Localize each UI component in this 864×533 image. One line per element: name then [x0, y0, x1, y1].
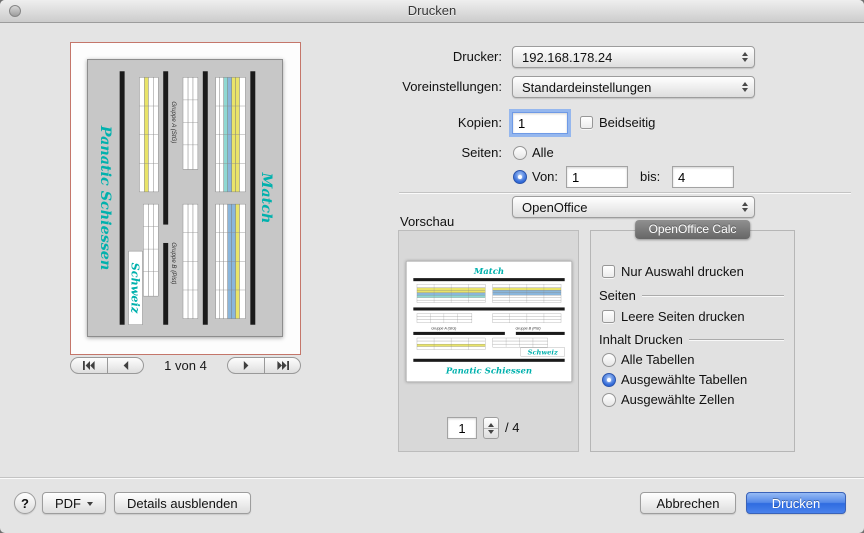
spreadsheet-preview-page: Match	[406, 261, 572, 382]
pages-all-radio[interactable]	[513, 146, 527, 160]
preview-section-title: Vorschau	[400, 214, 454, 229]
group-divider	[642, 295, 784, 296]
pages-from-radio[interactable]	[513, 170, 527, 184]
print-dialog-window: Drucken Match	[0, 0, 864, 533]
selected-tables-radio[interactable]	[602, 373, 616, 387]
preview-group-b-text: Gruppe B (Pist)	[515, 326, 540, 330]
first-page-icon	[83, 361, 95, 370]
calc-panel-title: OpenOffice Calc	[635, 220, 751, 239]
last-page-icon	[277, 361, 289, 370]
spreadsheet-preview-page: Match	[87, 59, 283, 337]
stepper-down-icon	[488, 430, 494, 434]
presets-label: Voreinstellungen:	[336, 76, 502, 98]
cancel-button[interactable]: Abbrechen	[640, 492, 736, 514]
selected-tables-label: Ausgewählte Tabellen	[621, 369, 747, 391]
pages-to-input[interactable]	[672, 166, 734, 188]
preview-schweiz-text: Schweiz	[129, 263, 142, 314]
pager-status: 1 von 4	[144, 358, 227, 373]
selected-cells-label: Ausgewählte Zellen	[621, 389, 734, 411]
preview-schweiz-text: Schweiz	[528, 348, 558, 356]
pdf-button[interactable]: PDF	[42, 492, 106, 514]
page-preview-small: Match	[406, 261, 572, 382]
page-preview-large: Match	[87, 59, 283, 337]
details-toggle-button[interactable]: Details ausblenden	[114, 492, 251, 514]
content-group-header: Inhalt Drucken	[599, 328, 784, 350]
help-button[interactable]: ?	[14, 492, 36, 514]
first-page-button[interactable]	[70, 357, 107, 374]
preview-panel: Match	[398, 230, 579, 452]
printer-label: Drucker:	[336, 46, 502, 68]
selected-cells-radio[interactable]	[602, 393, 616, 407]
pages-group-label: Seiten	[599, 288, 636, 303]
pages-from-input[interactable]	[566, 166, 628, 188]
previous-page-button[interactable]	[107, 357, 144, 374]
page-total-label: / 4	[505, 417, 519, 439]
popup-arrows-icon	[742, 202, 748, 212]
app-section-popup-value: OpenOffice	[522, 200, 588, 215]
preview-group-a-text: Gruppe A (StG)	[431, 326, 456, 330]
printer-popup-value: 192.168.178.24	[522, 50, 612, 65]
pdf-button-label: PDF	[55, 496, 81, 511]
next-page-icon	[240, 361, 252, 370]
all-tables-label: Alle Tabellen	[621, 349, 694, 371]
presets-popup-value: Standardeinstellungen	[522, 80, 651, 95]
last-page-button[interactable]	[264, 357, 301, 374]
preview-match-text: Match	[258, 172, 274, 224]
stepper-up-icon	[488, 423, 494, 427]
window-title: Drucken	[0, 0, 864, 22]
presets-popup[interactable]: Standardeinstellungen	[512, 76, 755, 98]
preview-group-b-text: Gruppe B (Pist)	[170, 242, 176, 284]
titlebar: Drucken	[0, 0, 864, 23]
preview-pager: 1 von 4	[70, 357, 301, 374]
preview-subtitle-text: Panatic Schiessen	[97, 125, 113, 271]
footer-separator	[0, 477, 864, 478]
pages-from-label: Von:	[532, 166, 558, 188]
content-group-label: Inhalt Drucken	[599, 332, 683, 347]
duplex-checkbox[interactable]	[580, 116, 593, 129]
preview-group-a-text: Gruppe A (StG)	[170, 101, 176, 143]
pdf-menu-arrow-icon	[87, 502, 93, 506]
copies-input[interactable]	[512, 112, 568, 134]
page-number-input[interactable]	[447, 417, 477, 439]
calc-options-panel: OpenOffice Calc Nur Auswahl drucken Seit…	[590, 230, 795, 452]
pages-label: Seiten:	[336, 142, 502, 164]
pages-to-label: bis:	[640, 166, 660, 188]
duplex-label: Beidseitig	[599, 112, 655, 134]
close-button[interactable]	[9, 5, 21, 17]
all-tables-radio[interactable]	[602, 353, 616, 367]
printer-popup[interactable]: 192.168.178.24	[512, 46, 755, 68]
pages-group-header: Seiten	[599, 284, 784, 306]
print-button[interactable]: Drucken	[746, 492, 846, 514]
page-preview-frame: Match	[70, 42, 301, 355]
preview-subtitle-text: Panatic Schiessen	[445, 366, 532, 376]
selection-only-label: Nur Auswahl drucken	[621, 261, 744, 283]
stepper-divider	[484, 428, 498, 429]
previous-page-icon	[120, 361, 132, 370]
popup-arrows-icon	[742, 52, 748, 62]
selection-only-checkbox[interactable]	[602, 265, 615, 278]
section-separator	[399, 192, 851, 193]
popup-arrows-icon	[742, 82, 748, 92]
page-stepper[interactable]	[483, 417, 499, 439]
pages-all-label: Alle	[532, 142, 554, 164]
next-page-button[interactable]	[227, 357, 264, 374]
empty-pages-checkbox[interactable]	[602, 310, 615, 323]
preview-match-text: Match	[473, 267, 504, 277]
copies-label: Kopien:	[336, 112, 502, 134]
empty-pages-label: Leere Seiten drucken	[621, 306, 745, 328]
app-section-popup[interactable]: OpenOffice	[512, 196, 755, 218]
group-divider	[689, 339, 784, 340]
